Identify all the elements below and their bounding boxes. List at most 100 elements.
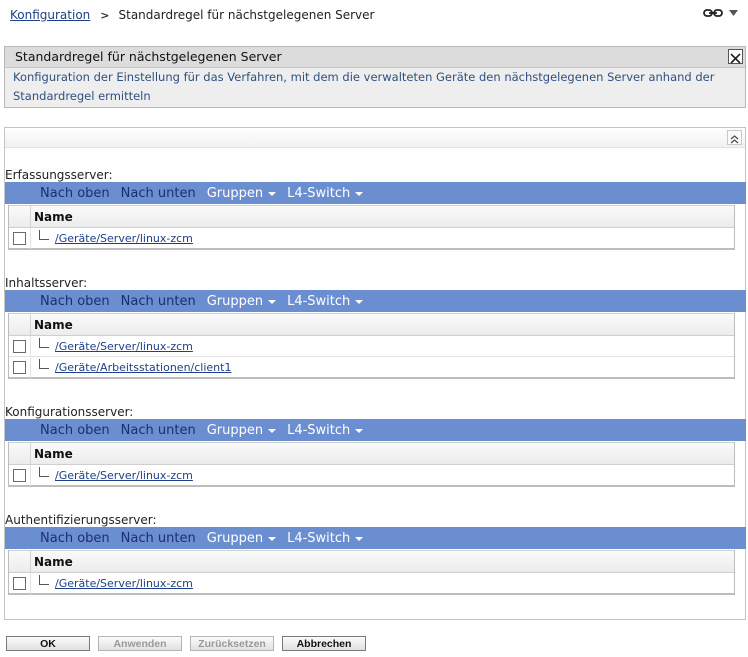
row-checkbox-cell	[9, 356, 31, 378]
l4switch-menu[interactable]: L4-Switch	[287, 422, 364, 438]
collapse-icon[interactable]	[727, 130, 742, 145]
move-up-button[interactable]: Nach oben	[40, 531, 110, 546]
l4switch-menu-label: L4-Switch	[287, 422, 351, 438]
l4switch-menu-label: L4-Switch	[287, 185, 351, 201]
move-up-button[interactable]: Nach oben	[40, 294, 110, 309]
move-down-button[interactable]: Nach unten	[121, 531, 196, 546]
reset-button[interactable]: Zurücksetzen	[190, 636, 274, 651]
row-checkbox-cell	[9, 464, 31, 486]
row-checkbox-cell	[9, 572, 31, 594]
header-checkbox-cell	[9, 314, 31, 335]
l4switch-menu[interactable]: L4-Switch	[287, 530, 364, 546]
server-link[interactable]: /Geräte/Server/linux-zcm	[55, 469, 193, 482]
row-checkbox[interactable]	[13, 339, 26, 353]
table-header-row: Name	[9, 442, 734, 465]
move-up-button[interactable]: Nach oben	[40, 423, 110, 438]
breadcrumb-link-konfiguration[interactable]: Konfiguration	[10, 8, 90, 22]
table-row: /Geräte/Server/linux-zcm	[9, 572, 734, 594]
tree-connector-icon	[37, 573, 53, 594]
server-table: Name /Geräte/Server/linux-zcm	[8, 442, 735, 487]
section-label: Konfigurationsserver:	[5, 405, 134, 419]
tree-connector-icon	[37, 336, 53, 357]
info-panel-description: Konfiguration der Einstellung für das Ve…	[13, 70, 715, 103]
table-row: /Geräte/Server/linux-zcm	[9, 464, 734, 486]
table-header-row: Name	[9, 313, 734, 336]
table-row: /Geräte/Server/linux-zcm	[9, 335, 734, 357]
section-toolbar: Nach oben Nach unten Gruppen L4-Switch	[5, 182, 746, 204]
tree-connector-icon	[37, 357, 53, 378]
table-row: /Geräte/Arbeitsstationen/client1	[9, 356, 734, 378]
table-header-row: Name	[9, 205, 734, 228]
section-label: Authentifizierungsserver:	[5, 513, 157, 527]
ok-button[interactable]: OK	[6, 636, 90, 651]
chevron-down-icon	[268, 537, 277, 541]
l4switch-menu[interactable]: L4-Switch	[287, 293, 364, 309]
server-link[interactable]: /Geräte/Server/linux-zcm	[55, 340, 193, 353]
section-label: Erfassungsserver:	[5, 168, 113, 182]
groups-menu-label: Gruppen	[206, 293, 264, 309]
chevron-down-icon	[355, 300, 364, 304]
table-header-row: Name	[9, 550, 734, 573]
server-table: Name /Geräte/Server/linux-zcm	[8, 550, 735, 595]
groups-menu[interactable]: Gruppen	[206, 422, 277, 438]
move-up-button[interactable]: Nach oben	[40, 186, 110, 201]
info-panel-title: Standardregel für nächstgelegenen Server	[5, 47, 745, 68]
header-checkbox-cell	[9, 206, 31, 227]
groups-menu[interactable]: Gruppen	[206, 293, 277, 309]
chevron-down-icon	[355, 192, 364, 196]
column-header-name: Name	[34, 210, 73, 224]
column-header-name: Name	[34, 318, 73, 332]
info-panel: Standardregel für nächstgelegenen Server…	[4, 46, 746, 108]
chevron-down-icon	[268, 192, 277, 196]
tree-connector-icon	[37, 228, 53, 249]
row-checkbox[interactable]	[13, 231, 26, 245]
column-header-name: Name	[34, 447, 73, 461]
row-checkbox[interactable]	[13, 360, 26, 374]
form-actions: OK Anwenden Zurücksetzen Abbrechen	[6, 636, 366, 651]
section-toolbar: Nach oben Nach unten Gruppen L4-Switch	[5, 419, 746, 441]
server-rules-panel: Erfassungsserver: Nach oben Nach unten G…	[4, 127, 746, 620]
row-checkbox[interactable]	[13, 468, 26, 482]
move-down-button[interactable]: Nach unten	[121, 294, 196, 309]
panel-header-bar	[5, 128, 745, 148]
l4switch-menu-label: L4-Switch	[287, 293, 351, 309]
section-toolbar: Nach oben Nach unten Gruppen L4-Switch	[5, 527, 746, 549]
move-down-button[interactable]: Nach unten	[121, 186, 196, 201]
server-table: Name /Geräte/Server/linux-zcm	[8, 205, 735, 250]
top-tools	[703, 8, 738, 18]
chevron-down-icon	[355, 537, 364, 541]
groups-menu-label: Gruppen	[206, 530, 264, 546]
groups-menu[interactable]: Gruppen	[206, 530, 277, 546]
server-table: Name /Geräte/Server/linux-zcm /Geräte/Ar…	[8, 313, 735, 379]
close-icon[interactable]	[728, 49, 743, 64]
l4switch-menu[interactable]: L4-Switch	[287, 185, 364, 201]
groups-menu-label: Gruppen	[206, 422, 264, 438]
breadcrumb-current: Standardregel für nächstgelegenen Server	[118, 8, 375, 22]
column-header-name: Name	[34, 555, 73, 569]
chevron-down-icon	[355, 429, 364, 433]
server-link[interactable]: /Geräte/Arbeitsstationen/client1	[55, 361, 231, 374]
tree-connector-icon	[37, 465, 53, 486]
chevron-down-icon	[268, 429, 277, 433]
section-toolbar: Nach oben Nach unten Gruppen L4-Switch	[5, 290, 746, 312]
l4switch-menu-label: L4-Switch	[287, 530, 351, 546]
dropdown-arrow-icon[interactable]	[729, 9, 738, 17]
breadcrumb-separator: >	[100, 8, 110, 22]
server-link[interactable]: /Geräte/Server/linux-zcm	[55, 232, 193, 245]
apply-button[interactable]: Anwenden	[98, 636, 182, 651]
row-checkbox[interactable]	[13, 576, 26, 590]
groups-menu-label: Gruppen	[206, 185, 264, 201]
header-checkbox-cell	[9, 443, 31, 464]
link-chain-icon[interactable]	[703, 8, 723, 18]
header-checkbox-cell	[9, 551, 31, 572]
server-link[interactable]: /Geräte/Server/linux-zcm	[55, 577, 193, 590]
row-checkbox-cell	[9, 227, 31, 249]
chevron-down-icon	[268, 300, 277, 304]
row-checkbox-cell	[9, 335, 31, 357]
groups-menu[interactable]: Gruppen	[206, 185, 277, 201]
table-row: /Geräte/Server/linux-zcm	[9, 227, 734, 249]
move-down-button[interactable]: Nach unten	[121, 423, 196, 438]
section-label: Inhaltsserver:	[5, 276, 88, 290]
cancel-button[interactable]: Abbrechen	[282, 636, 366, 651]
breadcrumb: Konfiguration > Standardregel für nächst…	[10, 6, 374, 24]
